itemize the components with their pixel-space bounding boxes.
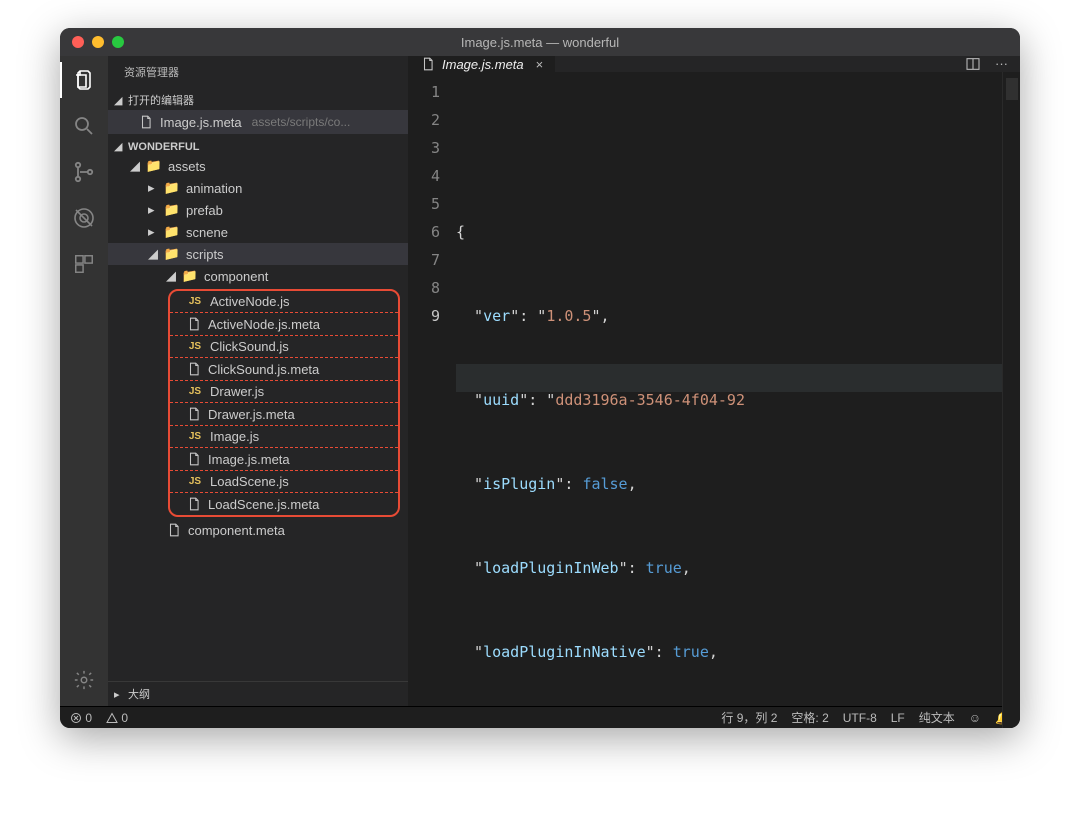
source-control-icon[interactable] [70,158,98,186]
window-controls [72,36,124,48]
js-icon: JS [186,296,204,307]
file-icon [420,56,436,72]
folder-icon: 📁 [164,246,180,262]
file-icon [186,451,202,467]
editor-window: Image.js.meta — wonderful [60,28,1020,728]
close-icon[interactable] [72,36,84,48]
folder-assets[interactable]: ◢ 📁 assets [108,155,408,177]
file-clicksound-js[interactable]: JSClickSound.js [170,336,398,358]
folder-icon: 📁 [146,158,162,174]
folder-component[interactable]: ◢ 📁 component [108,265,408,287]
debug-icon[interactable] [70,204,98,232]
status-errors[interactable]: 0 [70,711,92,725]
code-editor[interactable]: 123456789 { "ver": "1.0.5", "uuid": "ddd… [408,72,1020,728]
search-icon[interactable] [70,112,98,140]
explorer-sidebar: 资源管理器 ◢ 打开的编辑器 Image.js.meta assets/scri… [108,56,408,706]
file-loadscene-js[interactable]: JSLoadScene.js [170,471,398,493]
file-icon [138,114,154,130]
file-activenode-meta[interactable]: ActiveNode.js.meta [170,313,398,336]
file-icon [166,522,182,538]
open-editors-header[interactable]: ◢ 打开的编辑器 [108,90,408,110]
file-icon [186,361,202,377]
extensions-icon[interactable] [70,250,98,278]
tab-actions: ··· [965,56,1020,72]
highlighted-files: JSActiveNode.js ActiveNode.js.meta JSCli… [168,289,400,517]
js-icon: JS [186,431,204,442]
project-label: WONDERFUL [128,141,200,153]
line-gutter: 123456789 [408,72,452,728]
js-icon: JS [186,386,204,397]
split-editor-icon[interactable] [965,56,981,72]
file-tree: ◢ 📁 assets ▸ 📁 animation ▸ 📁 prefab [108,155,408,551]
explorer-icon[interactable] [70,66,98,94]
folder-scripts[interactable]: ◢ 📁 scripts [108,243,408,265]
folder-icon: 📁 [164,202,180,218]
chevron-down-icon: ◢ [166,268,176,284]
project-header[interactable]: ◢ WONDERFUL [108,138,408,155]
editor-group: Image.js.meta × ··· 123456789 { "ver": "… [408,56,1020,706]
file-drawer-meta[interactable]: Drawer.js.meta [170,403,398,426]
more-actions-icon[interactable]: ··· [995,56,1008,72]
sidebar-title: 资源管理器 [108,56,408,88]
file-icon [186,406,202,422]
chevron-down-icon: ◢ [130,158,140,174]
project-section: ◢ WONDERFUL ◢ 📁 assets ▸ 📁 animation [108,136,408,681]
titlebar[interactable]: Image.js.meta — wonderful [60,28,1020,56]
minimize-icon[interactable] [92,36,104,48]
chevron-right-icon: ▸ [148,180,158,196]
file-loadscene-meta[interactable]: LoadScene.js.meta [170,493,398,515]
workbench-body: 资源管理器 ◢ 打开的编辑器 Image.js.meta assets/scri… [60,56,1020,706]
open-editor-filename: Image.js.meta [160,115,242,130]
file-activenode-js[interactable]: JSActiveNode.js [170,291,398,313]
chevron-right-icon: ▸ [148,224,158,240]
chevron-down-icon: ◢ [114,94,124,107]
activity-bar [60,56,108,706]
chevron-right-icon: ▸ [114,688,124,701]
file-image-meta[interactable]: Image.js.meta [170,448,398,471]
js-icon: JS [186,341,204,352]
outline-header[interactable]: ▸ 大纲 [108,681,408,706]
open-editor-item[interactable]: Image.js.meta assets/scripts/co... [108,110,408,134]
settings-gear-icon[interactable] [70,666,98,694]
status-warnings[interactable]: 0 [106,711,128,725]
chevron-right-icon: ▸ [148,202,158,218]
file-icon [186,316,202,332]
folder-icon: 📁 [164,180,180,196]
open-editors-section: ◢ 打开的编辑器 Image.js.meta assets/scripts/co… [108,88,408,136]
editor-tabs: Image.js.meta × ··· [408,56,1020,72]
minimap[interactable] [1002,72,1020,728]
maximize-icon[interactable] [112,36,124,48]
code-content[interactable]: { "ver": "1.0.5", "uuid": "ddd3196a-3546… [452,72,1002,728]
file-clicksound-meta[interactable]: ClickSound.js.meta [170,358,398,381]
file-image-js[interactable]: JSImage.js [170,426,398,448]
open-editor-path: assets/scripts/co... [252,115,351,129]
folder-icon: 📁 [164,224,180,240]
outline-label: 大纲 [128,686,150,702]
js-icon: JS [186,476,204,487]
folder-scnene[interactable]: ▸ 📁 scnene [108,221,408,243]
window-title: Image.js.meta — wonderful [60,35,1020,50]
chevron-down-icon: ◢ [148,246,158,262]
file-component-meta[interactable]: component.meta [108,519,408,541]
tab-image-meta[interactable]: Image.js.meta × [408,56,556,72]
chevron-down-icon: ◢ [114,140,124,153]
file-drawer-js[interactable]: JSDrawer.js [170,381,398,403]
close-icon[interactable]: × [536,57,544,72]
folder-icon: 📁 [182,268,198,284]
tab-label: Image.js.meta [442,57,524,72]
folder-animation[interactable]: ▸ 📁 animation [108,177,408,199]
folder-prefab[interactable]: ▸ 📁 prefab [108,199,408,221]
file-icon [186,496,202,512]
open-editors-label: 打开的编辑器 [128,92,194,108]
